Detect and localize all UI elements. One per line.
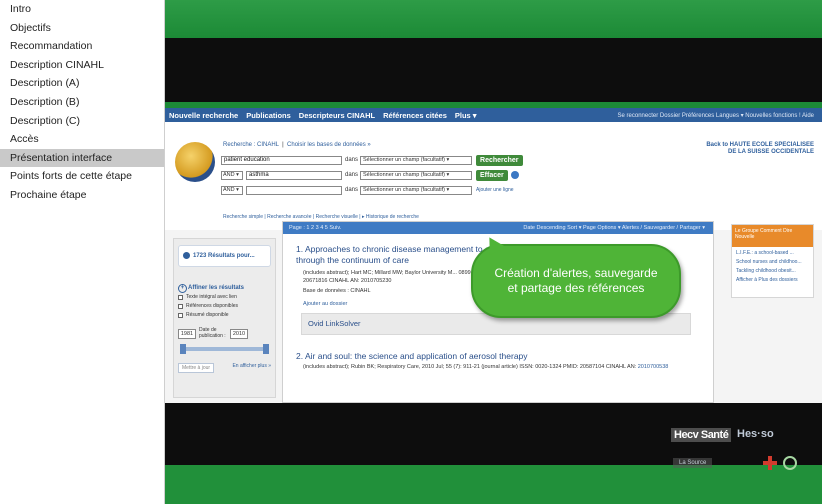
nav-publications[interactable]: Publications: [246, 111, 291, 120]
filter-label: Références disponibles: [186, 303, 238, 309]
pub-date-label: Date de publication :: [199, 327, 226, 339]
black-band-top: [165, 38, 822, 102]
search-db-label: Recherche : CINAHL: [223, 142, 279, 148]
checkbox-icon[interactable]: [178, 303, 183, 309]
pagination[interactable]: Page : 1 2 3 4 5 Suiv.: [289, 222, 341, 234]
year-to-input[interactable]: 2010: [230, 328, 248, 339]
folder-item[interactable]: L.I.F.E.: a school-based ...: [736, 250, 809, 256]
add-line-link[interactable]: Ajouter une ligne: [476, 187, 514, 193]
callout-bubble: Création d'alertes, sauvegarde et partag…: [471, 244, 681, 318]
year-from-input[interactable]: 1981: [178, 328, 196, 339]
in-label: dans: [345, 157, 359, 163]
field-select-1[interactable]: Sélectionner un champ (facultatif) ▾: [360, 155, 473, 165]
search-row-3: AND ▾ dans Sélectionner un champ (facult…: [221, 185, 514, 195]
slide-stage: Nouvelle recherche Publications Descript…: [165, 0, 822, 504]
outline-item-presentation-interface[interactable]: Présentation interface: [0, 148, 164, 168]
result-2-title[interactable]: 2. Air and soul: the science and applica…: [296, 351, 706, 361]
in-label: dans: [345, 172, 359, 178]
hecv-sante-logo: Hecv Santé: [671, 428, 732, 442]
refine-footer: Mettre à jour En afficher plus »: [178, 363, 271, 373]
outline-item-points-forts[interactable]: Points forts de cette étape: [0, 167, 164, 186]
choose-db-link[interactable]: Choisir les bases de données »: [287, 142, 371, 148]
circle-logo-icon: [783, 456, 797, 470]
outline-item-description-b[interactable]: Description (B): [0, 93, 164, 112]
checkbox-icon[interactable]: [178, 312, 183, 318]
outline-item-acces[interactable]: Accès: [0, 130, 164, 149]
search-button[interactable]: Rechercher: [476, 154, 523, 166]
folder-item[interactable]: School nurses and childhoo...: [736, 259, 809, 265]
refine-panel: 1723 Résultats pour... Affiner les résul…: [173, 238, 276, 398]
nav-more[interactable]: Plus ▾: [455, 111, 477, 120]
hes-so-logo: Hes·so: [737, 428, 774, 440]
clear-button[interactable]: Effacer: [476, 169, 508, 181]
folder-panel: Le Groupe Comment Dire Nouvelle L.I.F.E.…: [731, 224, 814, 298]
outline-item-prochaine-etape[interactable]: Prochaine étape: [0, 186, 164, 205]
slide-outline: Intro Objectifs Recommandation Descripti…: [0, 0, 165, 504]
filter-label: Texte intégral avec lien: [186, 294, 237, 300]
refine-results[interactable]: Affiner les résultats: [178, 284, 271, 293]
callout-text: Création d'alertes, sauvegarde et partag…: [494, 266, 658, 295]
show-more-link[interactable]: En afficher plus »: [232, 363, 271, 373]
cinahl-navbar: Nouvelle recherche Publications Descript…: [165, 108, 822, 122]
search-row-2: AND ▾ asthma dans Sélectionner un champ …: [221, 169, 519, 181]
search-term-2[interactable]: asthma: [246, 170, 342, 180]
nav-references[interactable]: Références citées: [383, 111, 447, 120]
outline-item-intro[interactable]: Intro: [0, 0, 164, 19]
ebsco-logo-icon: [175, 142, 215, 182]
folder-item[interactable]: Afficher à Plus des dossiers: [736, 277, 809, 283]
search-term-1[interactable]: patient education: [221, 155, 342, 165]
help-icon[interactable]: [510, 171, 519, 179]
institution-logos: Hecv Santé Hes·so La Source: [671, 428, 811, 486]
nav-descripteurs[interactable]: Descripteurs CINAHL: [299, 111, 375, 120]
search-mode-links[interactable]: Recherche simple | Recherche avancée | R…: [223, 214, 419, 220]
operator-select-3[interactable]: AND ▾: [221, 185, 243, 195]
outline-item-description-c[interactable]: Description (C): [0, 112, 164, 131]
results-count[interactable]: 1723 Résultats pour...: [178, 245, 271, 267]
checkbox-icon[interactable]: [178, 294, 183, 300]
outline-item-description-cinahl[interactable]: Description CINAHL: [0, 56, 164, 75]
date-slider[interactable]: [180, 344, 269, 354]
search-area: Recherche : CINAHL | Choisir les bases d…: [165, 122, 822, 230]
outline-item-description-a[interactable]: Description (A): [0, 74, 164, 93]
nav-new-search[interactable]: Nouvelle recherche: [169, 111, 238, 120]
in-label: dans: [345, 187, 359, 193]
operator-select-2[interactable]: AND ▾: [221, 170, 243, 180]
search-term-3[interactable]: [246, 185, 342, 195]
search-db-line: Recherche : CINAHL | Choisir les bases d…: [223, 142, 371, 148]
filter-references[interactable]: Références disponibles: [178, 303, 271, 309]
search-row-1: patient education dans Sélectionner un c…: [221, 154, 523, 166]
outline-item-objectifs[interactable]: Objectifs: [0, 19, 164, 38]
result-2-meta-text: (includes abstract); Rubin BK; Respirato…: [303, 364, 637, 370]
result-2-an[interactable]: 2010700538: [638, 364, 669, 370]
filter-label: Résumé disponible: [186, 312, 229, 318]
green-strip-top: [165, 0, 822, 38]
field-select-3[interactable]: Sélectionner un champ (facultatif) ▾: [360, 185, 473, 195]
back-to-institution-link[interactable]: Back to HAUTE ECOLE SPECIALISEE DE LA SU…: [704, 142, 814, 156]
folder-item[interactable]: Tackling childhood obesit...: [736, 268, 809, 274]
result-2-meta: (includes abstract); Rubin BK; Respirato…: [303, 364, 683, 372]
red-cross-icon: [763, 456, 777, 470]
folder-panel-head: Le Groupe Comment Dire Nouvelle: [732, 225, 813, 247]
date-range: 1981 Date de publication : 2010: [178, 327, 271, 339]
la-source-logo: La Source: [673, 458, 713, 468]
filter-full-text[interactable]: Texte intégral avec lien: [178, 294, 271, 300]
results-options[interactable]: Date Descending Sort ▾ Page Options ▾ Al…: [523, 222, 705, 234]
update-button[interactable]: Mettre à jour: [178, 363, 215, 373]
outline-item-recommandation[interactable]: Recommandation: [0, 37, 164, 56]
field-select-2[interactable]: Sélectionner un champ (facultatif) ▾: [360, 170, 473, 180]
filter-abstract[interactable]: Résumé disponible: [178, 312, 271, 318]
nav-right-links[interactable]: Se reconnecter Dossier Préférences Langu…: [618, 112, 814, 119]
